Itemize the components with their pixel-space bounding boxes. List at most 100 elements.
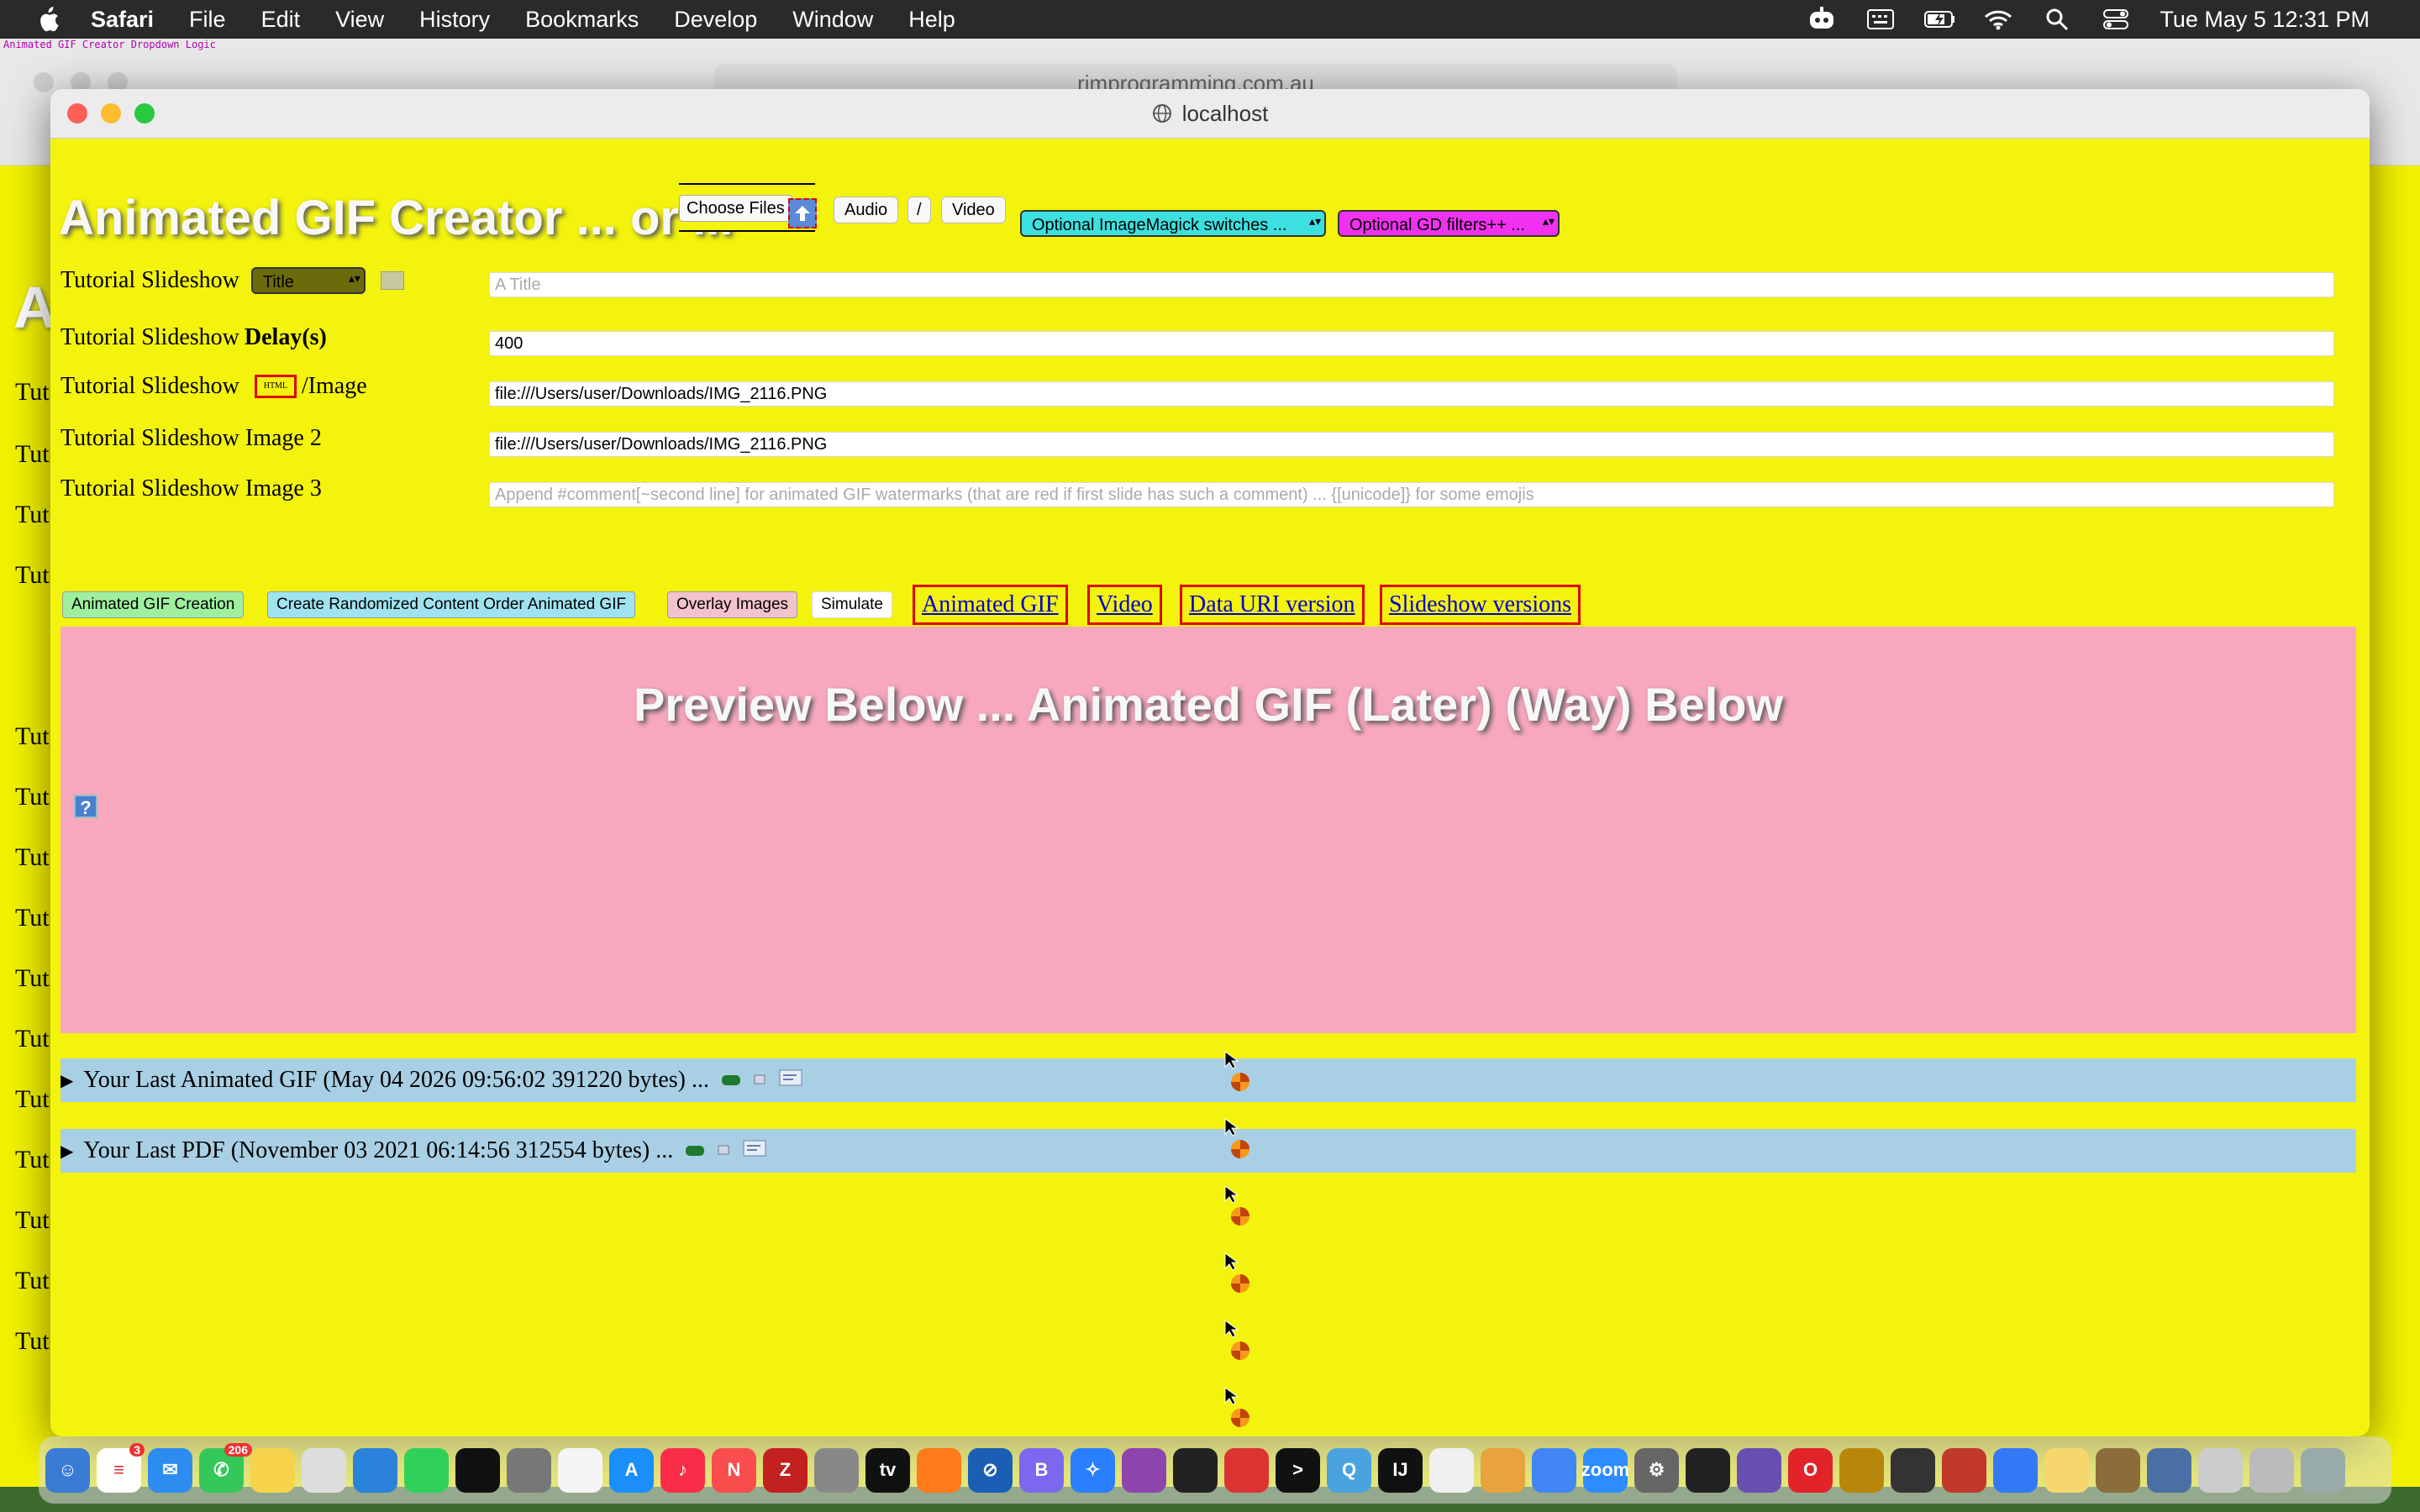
compass-app-icon[interactable] (1942, 1447, 1986, 1493)
email-icon[interactable] (753, 1067, 766, 1094)
preview-doc-icon[interactable] (1429, 1447, 1474, 1493)
choose-files-button[interactable]: Choose Files (679, 195, 792, 222)
download-icon[interactable] (685, 1137, 705, 1164)
settings-icon[interactable]: ⚙ (1634, 1447, 1679, 1493)
gd-filters-select[interactable]: Optional GD filters++ ... (1338, 210, 1560, 237)
music-icon[interactable]: ♪ (660, 1447, 705, 1493)
disclosure-triangle-icon[interactable]: ▶ (60, 1070, 73, 1091)
menubar-clock[interactable]: Tue May 5 12:31 PM (2160, 7, 2370, 33)
close-window-button[interactable] (67, 103, 87, 123)
disclosure-triangle-icon[interactable]: ▶ (60, 1141, 73, 1162)
menu-window[interactable]: Window (792, 7, 873, 33)
bbedit-icon[interactable]: B (1019, 1447, 1064, 1493)
zoom-icon[interactable]: zoom (1581, 1447, 1629, 1493)
minimize-window-button[interactable] (101, 103, 121, 123)
email-icon[interactable] (717, 1137, 730, 1164)
imagemagick-switches-select[interactable]: Optional ImageMagick switches ... (1020, 210, 1326, 237)
safari-icon[interactable]: ✧ (1071, 1447, 1115, 1493)
gimp-icon[interactable] (814, 1447, 859, 1493)
launchpad-icon[interactable] (302, 1447, 346, 1493)
overlay-images-button[interactable]: Overlay Images (667, 591, 798, 618)
facetime-icon[interactable] (404, 1447, 449, 1493)
reminders-icon[interactable]: ≡ 3 (97, 1442, 145, 1493)
terminal-2-icon[interactable]: > (1276, 1447, 1320, 1493)
last-pdf-disclosure[interactable]: ▶ Your Last PDF (November 03 2021 06:14:… (60, 1129, 2356, 1173)
menu-bookmarks[interactable]: Bookmarks (525, 7, 639, 33)
help-icon[interactable]: ? (74, 795, 97, 818)
inkscape-icon[interactable] (1686, 1447, 1730, 1493)
image-2-input[interactable]: file:///Users/user/Downloads/IMG_2116.PN… (489, 432, 2334, 457)
slideshow-versions-link[interactable]: Slideshow versions (1380, 585, 1581, 625)
data-uri-link[interactable]: Data URI version (1180, 585, 1365, 625)
trash-icon[interactable] (2301, 1447, 2345, 1493)
screen-app-icon[interactable] (2147, 1447, 2191, 1493)
image-1-input[interactable]: file:///Users/user/Downloads/IMG_2116.PN… (489, 381, 2334, 407)
document-icon[interactable] (558, 1447, 602, 1493)
calendar-icon[interactable] (1224, 1447, 1269, 1493)
app-store-icon[interactable]: A (609, 1447, 654, 1493)
podcasts-icon[interactable] (1122, 1447, 1166, 1493)
paint-icon[interactable] (1481, 1447, 1525, 1493)
video-link[interactable]: Video (1087, 585, 1162, 625)
blocked-app-icon[interactable]: ⊘ (968, 1447, 1013, 1493)
download-icon[interactable] (721, 1067, 741, 1094)
share-icon[interactable] (778, 1067, 803, 1094)
menu-edit[interactable]: Edit (261, 7, 301, 33)
title-input[interactable]: A Title (489, 272, 2334, 297)
simulate-button[interactable]: Simulate (812, 591, 892, 618)
menu-develop[interactable]: Develop (674, 7, 757, 33)
zoom-window-button[interactable] (134, 103, 155, 123)
animated-gif-link[interactable]: Animated GIF (913, 585, 1068, 625)
mail-icon[interactable]: ✉ (148, 1447, 192, 1493)
apple-menu-icon[interactable] (35, 5, 60, 34)
cat-app-icon[interactable] (1737, 1447, 1781, 1493)
video-button[interactable]: Video (941, 197, 1006, 223)
upload-icon[interactable] (788, 198, 817, 228)
console-icon[interactable] (1173, 1447, 1218, 1493)
menu-file[interactable]: File (189, 7, 226, 33)
spotlight-search-icon[interactable] (2042, 7, 2072, 32)
image-3-input[interactable]: Append #comment[~second line] for animat… (489, 482, 2334, 507)
title-type-select[interactable]: Title (250, 267, 366, 294)
control-center-icon[interactable] (2101, 7, 2131, 32)
title-color-swatch[interactable] (380, 271, 404, 290)
notes-icon[interactable] (250, 1447, 295, 1493)
menu-history[interactable]: History (419, 7, 490, 33)
stickies-icon[interactable] (2044, 1447, 2089, 1493)
create-randomized-gif-button[interactable]: Create Randomized Content Order Animated… (267, 591, 636, 618)
intellij-icon[interactable]: IJ (1378, 1447, 1423, 1493)
archive-icon[interactable] (1839, 1447, 1884, 1493)
menu-safari[interactable]: Safari (91, 7, 154, 33)
terminal-icon[interactable] (455, 1447, 500, 1493)
delay-input[interactable]: 400 (489, 331, 2334, 356)
robot-app-icon[interactable] (1807, 7, 1837, 32)
audio-button[interactable]: Audio (834, 197, 899, 223)
apple-tv-icon[interactable]: tv (865, 1447, 910, 1493)
finder-icon[interactable]: ☺ (45, 1447, 90, 1493)
downloads-stack-icon[interactable] (2198, 1447, 2243, 1493)
calculator-icon[interactable] (507, 1447, 551, 1493)
script-editor-icon[interactable] (2096, 1447, 2140, 1493)
documents-stack-icon[interactable] (2249, 1447, 2294, 1493)
mammoth-icon[interactable] (1891, 1447, 1935, 1493)
battery-icon[interactable] (1924, 7, 1955, 32)
animated-gif-creation-button[interactable]: Animated GIF Creation (62, 591, 245, 618)
html-toggle-button[interactable]: HTML (254, 375, 297, 398)
filezilla-icon[interactable]: Z (763, 1447, 808, 1493)
last-gif-disclosure[interactable]: ▶ Your Last Animated GIF (May 04 2026 09… (60, 1058, 2356, 1102)
file-picker[interactable]: Choose Files (679, 183, 817, 232)
firefox-icon[interactable] (917, 1447, 961, 1493)
freeform-icon[interactable] (353, 1447, 397, 1493)
menu-view[interactable]: View (335, 7, 384, 33)
opera-icon[interactable]: O (1788, 1447, 1833, 1493)
chrome-icon[interactable] (1532, 1447, 1576, 1493)
keyboard-viewer-icon[interactable] (1865, 7, 1896, 32)
menu-help[interactable]: Help (908, 7, 955, 33)
quicktime-icon[interactable]: Q (1327, 1447, 1371, 1493)
xcode-icon[interactable] (1993, 1447, 2038, 1493)
share-icon[interactable] (742, 1137, 767, 1164)
wifi-icon[interactable] (1983, 7, 2013, 32)
window-titlebar[interactable]: localhost (50, 89, 2370, 139)
news-icon[interactable]: N (712, 1447, 756, 1493)
messages-icon[interactable]: ✆ 206 (199, 1442, 252, 1493)
